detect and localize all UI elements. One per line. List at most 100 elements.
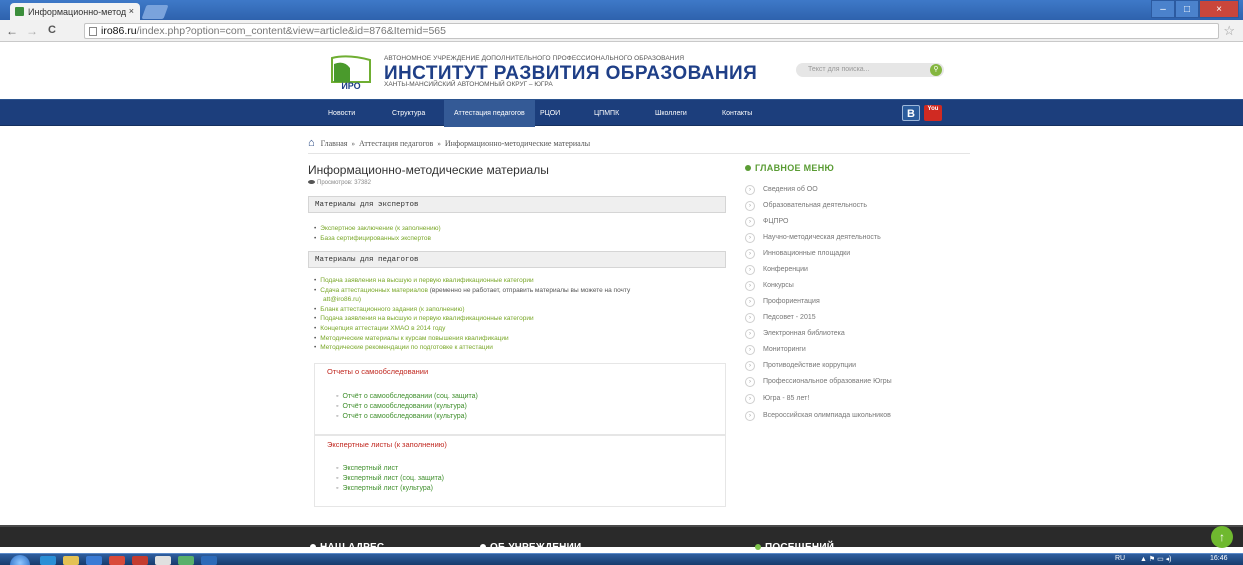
menu-item-structure[interactable]: Структура <box>382 100 435 127</box>
chevron-right-icon: › <box>745 411 755 421</box>
sidebar-title: ГЛАВНОЕ МЕНЮ <box>745 163 834 173</box>
clock[interactable]: 16:46 <box>1210 555 1228 562</box>
bookmark-star-icon[interactable]: ☆ <box>1223 23 1235 39</box>
self-reports-list: Отчёт о самообследовании (соц. защита) О… <box>336 392 478 422</box>
link-expert-sheet[interactable]: Экспертный лист <box>336 464 444 474</box>
browser-toolbar: ← → C iro86.ru/index.php?option=com_cont… <box>0 20 1243 42</box>
back-button[interactable]: ← <box>6 24 18 38</box>
sidebar-item-label: Профориентация <box>763 298 820 305</box>
article-title: Информационно-методические материалы <box>308 163 549 177</box>
close-window-button[interactable]: × <box>1199 0 1239 18</box>
sidebar-item-label: Образовательная деятельность <box>763 202 867 209</box>
menu-item-news[interactable]: Новости <box>318 100 365 127</box>
reload-button[interactable]: C <box>48 24 56 36</box>
home-icon[interactable]: ⌂ <box>308 137 315 149</box>
sidebar-item-label: Мониторинги <box>763 346 806 353</box>
sidebar-item[interactable]: › Профориентация <box>745 296 945 308</box>
chevron-right-icon: › <box>745 361 755 371</box>
minimize-button[interactable]: – <box>1151 0 1175 18</box>
chevron-right-icon: › <box>745 249 755 259</box>
menu-item-rcoi[interactable]: РЦОИ <box>530 100 570 127</box>
link-certified-experts[interactable]: База сертифицированных экспертов <box>314 234 441 244</box>
link-expert-sheet-culture[interactable]: Экспертный лист (культура) <box>336 484 444 494</box>
search-icon[interactable]: ⚲ <box>930 64 942 76</box>
sidebar-item[interactable]: › Педсовет - 2015 <box>745 312 945 324</box>
ie-icon[interactable] <box>40 556 56 565</box>
sidebar-item-label: Конференции <box>763 266 808 273</box>
tray-icons[interactable]: ▲ ⚑ ▭ ◂) <box>1140 555 1172 563</box>
new-tab-button[interactable] <box>141 5 169 19</box>
link-self-report-culture-2[interactable]: Отчёт о самообследовании (культура) <box>336 412 478 422</box>
app-icon[interactable] <box>201 556 217 565</box>
explorer-icon[interactable] <box>63 556 79 565</box>
link-application-categories[interactable]: Подача заявления на высшую и первую квал… <box>314 276 722 286</box>
vk-icon[interactable]: B <box>902 105 920 121</box>
link-email[interactable]: att@iro86.ru) <box>323 296 361 303</box>
tab-title: Информационно-метод <box>28 7 127 17</box>
menu-item-cpmpk[interactable]: ЦПМПК <box>584 100 629 127</box>
app-icon[interactable] <box>178 556 194 565</box>
maximize-button[interactable]: □ <box>1175 0 1199 18</box>
link-self-report-culture[interactable]: Отчёт о самообследовании (культура) <box>336 402 478 412</box>
sidebar-item[interactable]: › Мониторинги <box>745 344 945 356</box>
sidebar-item[interactable]: › Всероссийская олимпиада школьников <box>745 410 945 422</box>
sidebar-item[interactable]: › Профессиональное образование Югры <box>745 376 945 388</box>
tab-close-icon[interactable]: × <box>129 6 134 16</box>
sidebar-item[interactable]: › Сведения об ОО <box>745 184 945 196</box>
language-indicator[interactable]: RU <box>1115 555 1125 562</box>
chevron-right-icon: › <box>745 265 755 275</box>
bullet-icon <box>745 165 751 171</box>
link-expert-sheet-social[interactable]: Экспертный лист (соц. защита) <box>336 474 444 484</box>
sidebar-item[interactable]: › Инновационные площадки <box>745 248 945 260</box>
link-application-categories-2[interactable]: Подача заявления на высшую и первую квал… <box>314 314 722 324</box>
link-expert-conclusion[interactable]: Экспертное заключение (к заполнению) <box>314 224 440 234</box>
browser-tab[interactable]: Информационно-метод × <box>10 3 140 20</box>
chevron-right-icon: › <box>745 313 755 323</box>
menu-item-contacts[interactable]: Контакты <box>712 100 762 127</box>
self-reports-title: Отчеты о самообследовании <box>327 367 429 376</box>
scroll-to-top-button[interactable]: ↑ <box>1211 526 1233 548</box>
chrome-icon[interactable] <box>109 556 125 565</box>
sidebar-item[interactable]: › Конкурсы <box>745 280 945 292</box>
chevron-right-icon: › <box>745 345 755 355</box>
sidebar-item[interactable]: › Образовательная деятельность <box>745 200 945 212</box>
menu-item-attestation[interactable]: Аттестация педагогов <box>444 100 535 127</box>
media-icon[interactable] <box>86 556 102 565</box>
sidebar-item-label: Профессиональное образование Югры <box>763 378 892 385</box>
sidebar-item[interactable]: › ФЦПРО <box>745 216 945 228</box>
eye-icon <box>308 180 315 184</box>
link-submit-materials[interactable]: Сдача аттестационных материалов <box>320 287 428 294</box>
footer-visits-text: ПОСЕЩЕНИЙ <box>765 542 835 553</box>
forward-button[interactable]: → <box>26 24 38 38</box>
app-icon[interactable] <box>155 556 171 565</box>
expert-sheets-list: Экспертный лист Экспертный лист (соц. за… <box>336 464 444 494</box>
footer-address-text: НАШ АДРЕС <box>320 542 385 553</box>
sidebar-item[interactable]: › Конференции <box>745 264 945 276</box>
app-icon[interactable] <box>132 556 148 565</box>
sidebar-item[interactable]: › Научно-методическая деятельность <box>745 232 945 244</box>
sidebar-item[interactable]: › Югра - 85 лет! <box>745 393 945 405</box>
footer-about: ОБ УЧРЕЖДЕНИИ <box>480 542 581 553</box>
link-concept-2014[interactable]: Концепция аттестации ХМАО в 2014 году <box>314 324 722 334</box>
footer-address: НАШ АДРЕС <box>310 542 384 553</box>
address-bar[interactable]: iro86.ru/index.php?option=com_content&vi… <box>84 23 1219 39</box>
youtube-icon[interactable]: You <box>924 105 942 121</box>
search-input[interactable]: Текст для поиска... ⚲ <box>796 63 944 77</box>
chevron-right-icon: › <box>745 281 755 291</box>
breadcrumb-home[interactable]: Главная <box>321 139 348 148</box>
breadcrumb: ⌂ Главная» Аттестация педагогов» Информацио… <box>308 137 590 149</box>
link-self-report-social[interactable]: Отчёт о самообследовании (соц. защита) <box>336 392 477 402</box>
sidebar-item[interactable]: › Противодействие коррупции <box>745 360 945 372</box>
sidebar-item[interactable]: › Электронная библиотека <box>745 328 945 340</box>
link-recommendations[interactable]: Методические рекомендации по подготовке … <box>314 343 722 353</box>
sidebar-item-label: Инновационные площадки <box>763 250 851 257</box>
link-task-form[interactable]: Бланк аттестационного задания (к заполне… <box>314 305 722 315</box>
menu-item-shkollegi[interactable]: Школлеги <box>645 100 697 127</box>
chevron-right-icon: › <box>745 377 755 387</box>
breadcrumb-separator: » <box>351 140 355 148</box>
link-course-materials[interactable]: Методические материалы к курсам повышени… <box>314 334 722 344</box>
bullet-icon <box>310 544 316 550</box>
iro-logo[interactable]: ИРО <box>328 54 374 90</box>
breadcrumb-attestation[interactable]: Аттестация педагогов <box>359 139 433 148</box>
sidebar-title-text: ГЛАВНОЕ МЕНЮ <box>755 163 835 173</box>
